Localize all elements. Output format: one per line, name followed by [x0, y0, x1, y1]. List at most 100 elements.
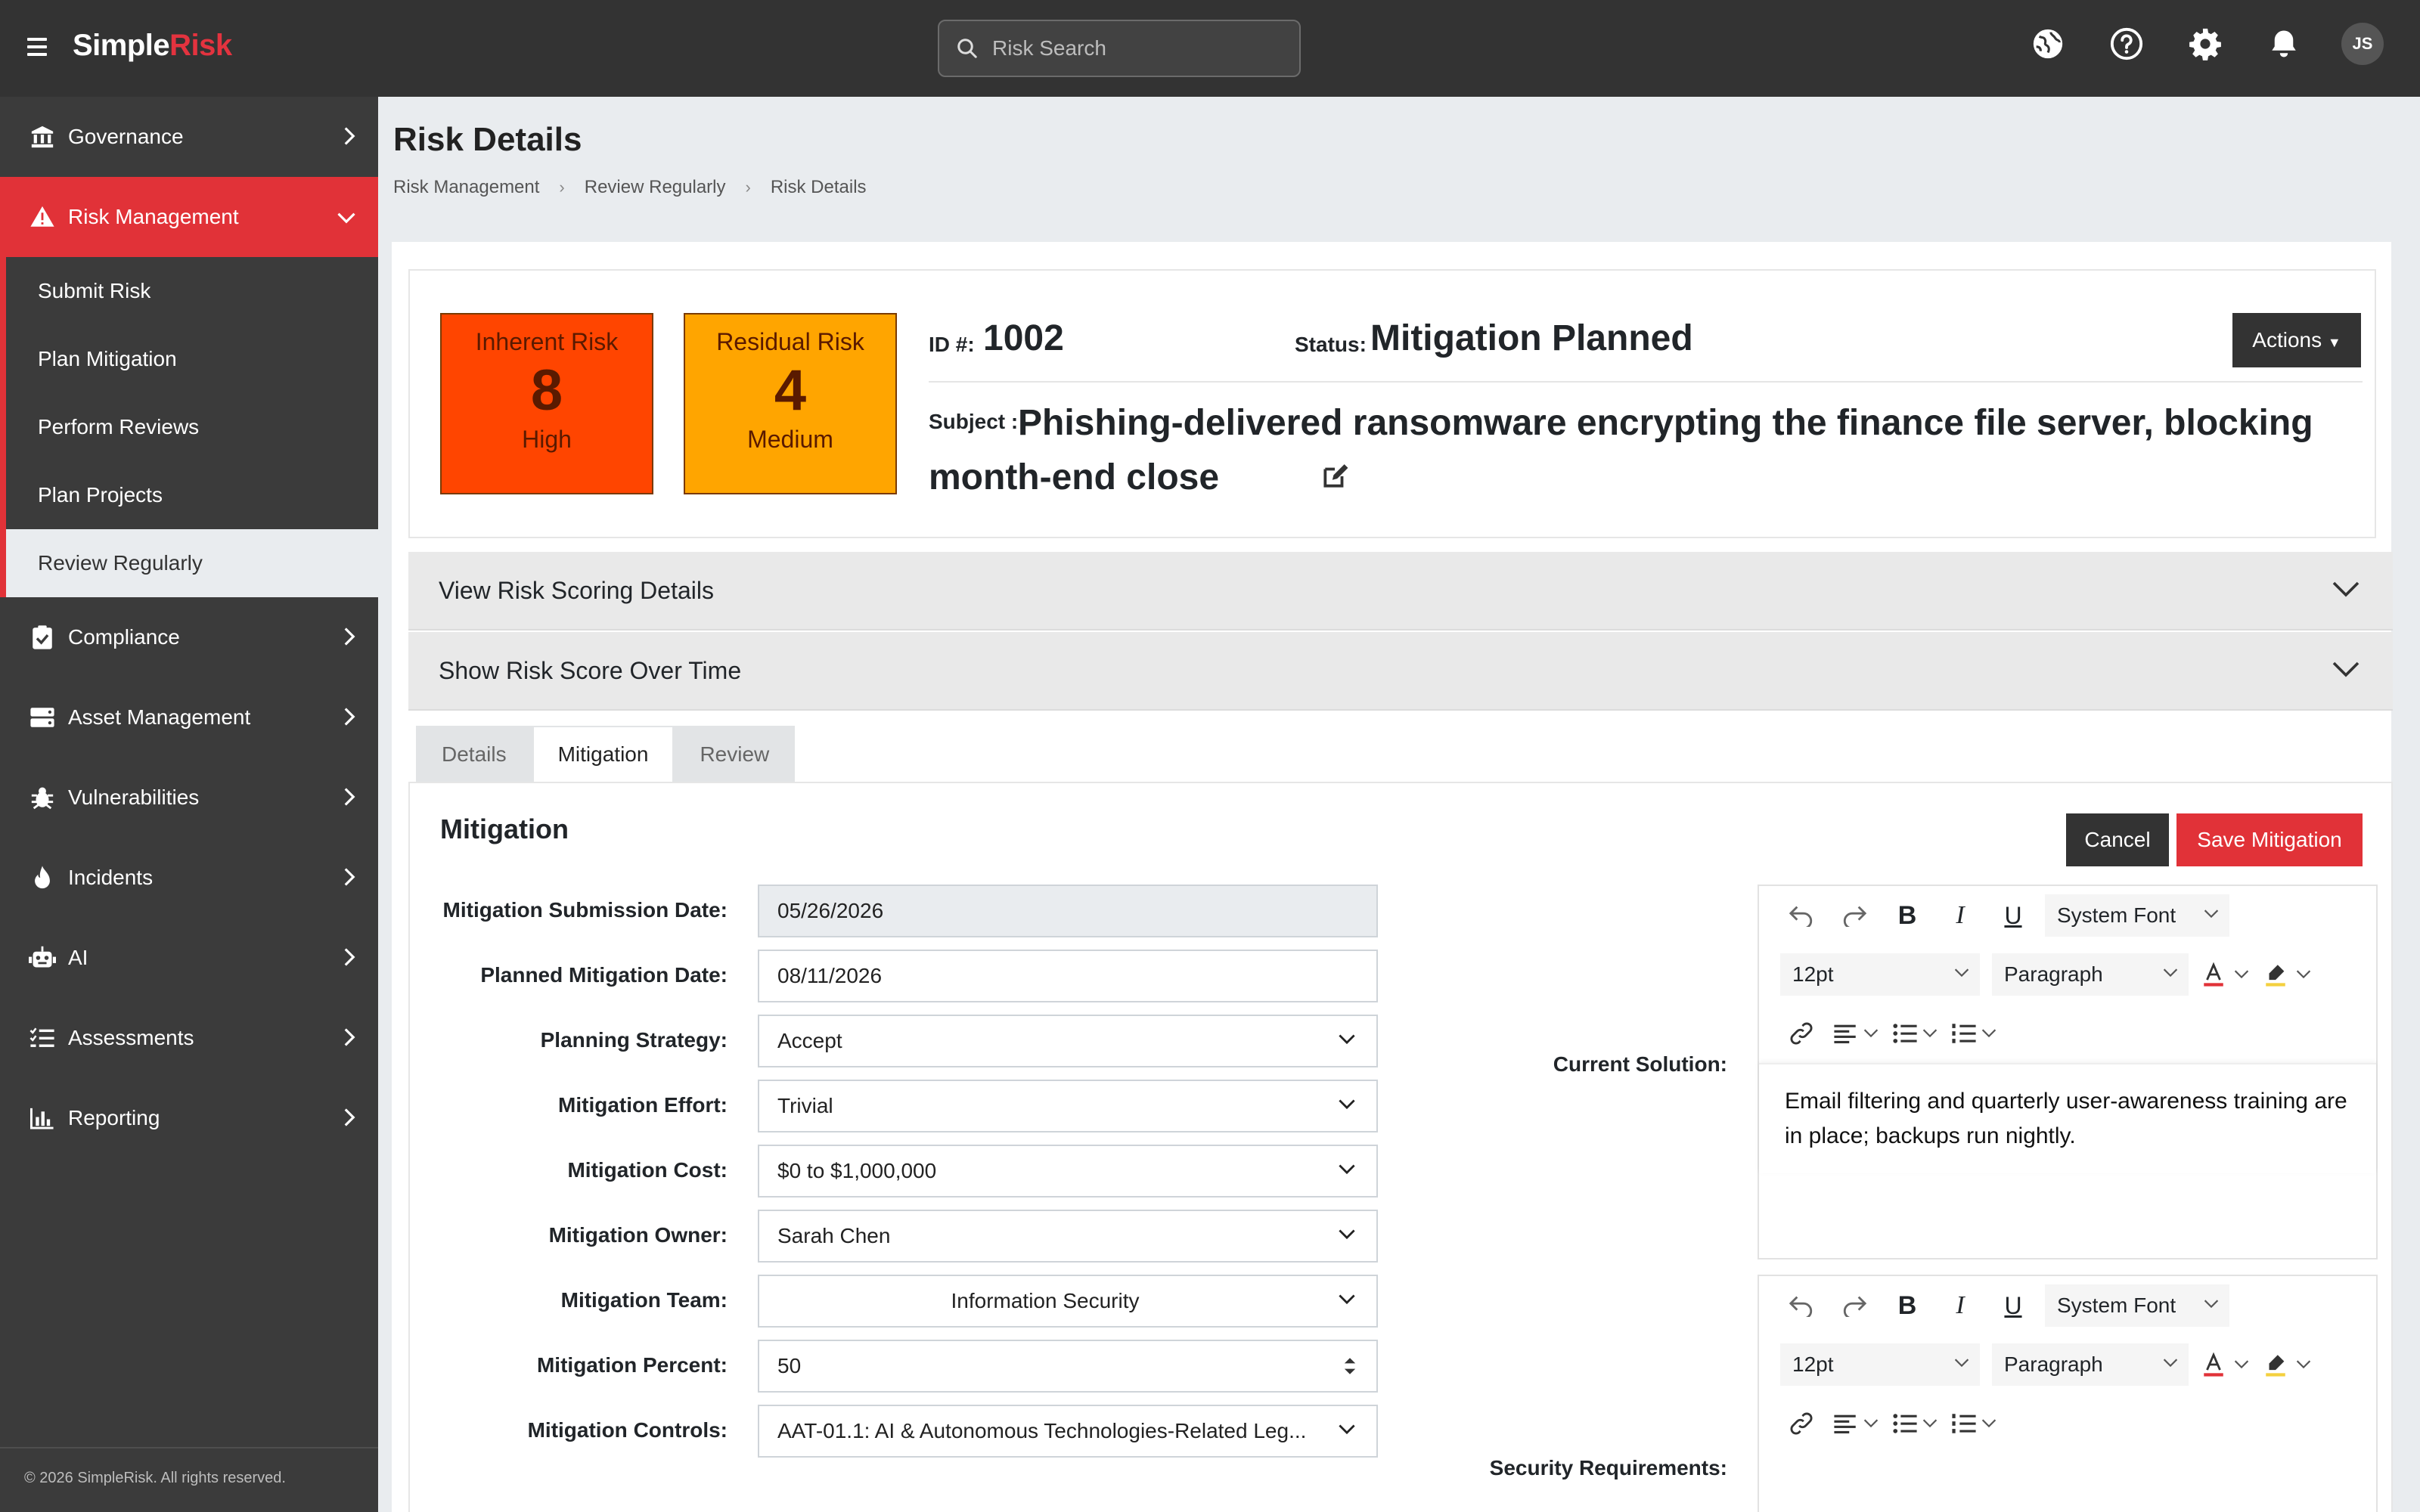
undo-icon[interactable]: [1780, 894, 1823, 937]
sidebar-item-ai[interactable]: AI: [0, 918, 378, 998]
sidebar-subitem-perform-reviews[interactable]: Perform Reviews: [6, 393, 378, 461]
tab-details[interactable]: Details: [416, 726, 532, 783]
block-format-select[interactable]: Paragraph: [1992, 1343, 2189, 1386]
tab-review[interactable]: Review: [674, 726, 796, 783]
chevron-down-icon: [1339, 1034, 1355, 1045]
sidebar-subitem-plan-mitigation[interactable]: Plan Mitigation: [6, 325, 378, 393]
current-solution-text-area[interactable]: Email filtering and quarterly user-aware…: [1759, 1063, 2376, 1173]
sidebar-item-reporting[interactable]: Reporting: [0, 1078, 378, 1158]
font-family-select[interactable]: System Font: [2045, 1284, 2229, 1327]
bold-icon[interactable]: B: [1886, 894, 1928, 937]
italic-icon[interactable]: I: [1939, 1284, 1981, 1327]
caret-down-icon: ▼: [2327, 335, 2341, 350]
mitigation-effort-value: Trivial: [777, 1094, 833, 1117]
block-format-value: Paragraph: [2004, 1352, 2103, 1376]
user-avatar[interactable]: JS: [2341, 23, 2384, 65]
bold-icon[interactable]: B: [1886, 1284, 1928, 1327]
risk-status-value: Mitigation Planned: [1370, 318, 1693, 358]
mitigation-panel: Mitigation Cancel Save Mitigation Mitiga…: [408, 782, 2393, 1512]
planning-strategy-select[interactable]: Accept: [758, 1015, 1378, 1067]
sidebar-item-label: AI: [68, 946, 88, 969]
link-icon[interactable]: [1780, 1012, 1823, 1055]
bullet-list-icon[interactable]: [1892, 1412, 1938, 1435]
cancel-button[interactable]: Cancel: [2066, 813, 2169, 866]
mitigation-controls-multiselect[interactable]: AAT-01.1: AI & Autonomous Technologies-R…: [758, 1405, 1378, 1458]
edit-subject-icon[interactable]: [1231, 452, 1349, 507]
mitigation-effort-label: Mitigation Effort:: [558, 1093, 728, 1117]
mitigation-percent-input[interactable]: 50: [758, 1340, 1378, 1393]
mitigation-team-multiselect[interactable]: Information Security: [758, 1275, 1378, 1328]
breadcrumb-review-regularly[interactable]: Review Regularly: [585, 177, 726, 198]
sidebar-item-risk-management[interactable]: Risk Management: [0, 177, 378, 257]
save-mitigation-button[interactable]: Save Mitigation: [2176, 813, 2363, 866]
numbered-list-icon[interactable]: [1951, 1412, 1996, 1435]
actions-dropdown-button[interactable]: Actions ▼: [2232, 313, 2361, 367]
italic-icon[interactable]: I: [1939, 894, 1981, 937]
planning-strategy-label: Planning Strategy:: [540, 1028, 728, 1052]
text-color-icon[interactable]: [2201, 1352, 2249, 1377]
language-globe-icon[interactable]: [2027, 23, 2069, 65]
view-risk-scoring-details-accordion[interactable]: View Risk Scoring Details: [408, 552, 2393, 631]
chevron-down-icon: [2204, 909, 2219, 919]
current-solution-editor: B I U System Font 12pt Paragraph Email f…: [1758, 885, 2378, 1259]
risk-search-box[interactable]: [938, 20, 1301, 77]
sidebar-item-compliance[interactable]: Compliance: [0, 597, 378, 677]
sidebar-subitem-review-regularly[interactable]: Review Regularly: [6, 529, 378, 597]
chevron-down-icon: [2234, 970, 2249, 979]
sidebar-subitem-plan-projects[interactable]: Plan Projects: [6, 461, 378, 529]
tab-mitigation[interactable]: Mitigation: [532, 726, 675, 783]
text-color-icon[interactable]: [2201, 962, 2249, 987]
breadcrumb-risk-management[interactable]: Risk Management: [393, 177, 539, 198]
chevron-down-icon: [2296, 1360, 2311, 1369]
font-family-value: System Font: [2057, 1294, 2176, 1317]
sidebar-item-vulnerabilities[interactable]: Vulnerabilities: [0, 758, 378, 838]
sidebar-item-assessments[interactable]: Assessments: [0, 998, 378, 1078]
bullet-list-icon[interactable]: [1892, 1022, 1938, 1045]
font-size-select[interactable]: 12pt: [1780, 953, 1980, 996]
app-logo[interactable]: SimpleRisk: [73, 29, 232, 63]
breadcrumb-separator-icon: ›: [745, 178, 751, 197]
chevron-right-icon: [344, 788, 355, 806]
block-format-select[interactable]: Paragraph: [1992, 953, 2189, 996]
chevron-right-icon: [344, 868, 355, 886]
mitigation-effort-select[interactable]: Trivial: [758, 1080, 1378, 1132]
numbered-list-icon[interactable]: [1951, 1022, 1996, 1045]
show-risk-score-over-time-accordion[interactable]: Show Risk Score Over Time: [408, 632, 2393, 711]
chevron-down-icon: [1863, 1419, 1879, 1428]
risk-status-label: Status:: [1295, 333, 1367, 356]
redo-icon[interactable]: [1833, 894, 1876, 937]
highlight-color-icon[interactable]: [2263, 962, 2311, 987]
mitigation-team-value: Information Security: [951, 1289, 1140, 1312]
mitigation-owner-select[interactable]: Sarah Chen: [758, 1210, 1378, 1263]
sidebar-item-asset-management[interactable]: Asset Management: [0, 677, 378, 758]
align-left-icon[interactable]: [1833, 1022, 1879, 1045]
redo-icon[interactable]: [1833, 1284, 1876, 1327]
chevron-down-icon: [1863, 1029, 1879, 1038]
link-icon[interactable]: [1780, 1402, 1823, 1445]
highlight-color-icon[interactable]: [2263, 1352, 2311, 1377]
font-family-select[interactable]: System Font: [2045, 894, 2229, 937]
planned-date-input[interactable]: 08/11/2026: [758, 950, 1378, 1002]
settings-gear-icon[interactable]: [2184, 23, 2226, 65]
sidebar-item-incidents[interactable]: Incidents: [0, 838, 378, 918]
font-size-select[interactable]: 12pt: [1780, 1343, 1980, 1386]
underline-icon[interactable]: U: [1992, 1284, 2034, 1327]
undo-icon[interactable]: [1780, 1284, 1823, 1327]
sidebar-item-governance[interactable]: Governance: [0, 97, 378, 177]
robot-icon: [29, 944, 56, 971]
row-mitigation-team: Mitigation Team: Information Security: [410, 1275, 1378, 1328]
align-left-icon[interactable]: [1833, 1412, 1879, 1435]
hamburger-menu-icon[interactable]: [27, 38, 47, 56]
help-icon[interactable]: [2105, 23, 2148, 65]
underline-icon[interactable]: U: [1992, 894, 2034, 937]
breadcrumb: Risk Management › Review Regularly › Ris…: [393, 177, 867, 198]
mitigation-cost-select[interactable]: $0 to $1,000,000: [758, 1145, 1378, 1198]
search-icon: [957, 39, 977, 58]
chevron-down-icon: [2163, 1359, 2178, 1368]
risk-search-input[interactable]: [992, 36, 1280, 60]
notifications-bell-icon[interactable]: [2263, 23, 2305, 65]
number-spinner-icon[interactable]: [1343, 1355, 1357, 1377]
sidebar-subitem-submit-risk[interactable]: Submit Risk: [6, 257, 378, 325]
chevron-down-icon: [2296, 970, 2311, 979]
page-title: Risk Details: [393, 121, 582, 158]
